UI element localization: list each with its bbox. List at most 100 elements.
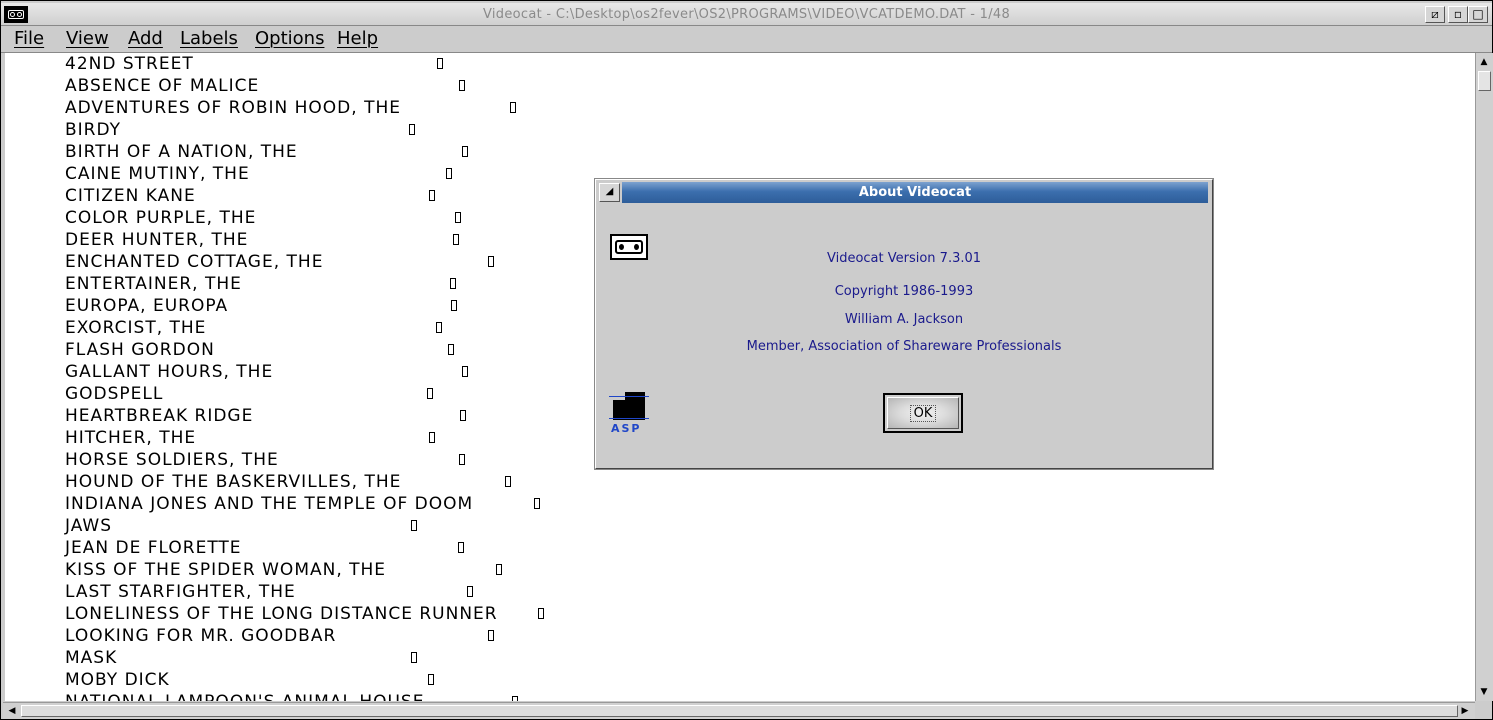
list-item[interactable]: DEER HUNTER, THE (65, 229, 498, 251)
tape-marker-icon (450, 278, 456, 289)
tape-marker-icon (448, 344, 454, 355)
movie-title: ENCHANTED COTTAGE, THE (65, 252, 324, 272)
list-item[interactable]: LOOKING FOR MR. GOODBAR (65, 625, 498, 647)
author-text: William A. Jackson (844, 312, 964, 327)
list-item[interactable]: LAST STARFIGHTER, THE (65, 581, 498, 603)
ok-button-label: OK (909, 405, 937, 422)
movie-title: LAST STARFIGHTER, THE (65, 582, 296, 602)
tape-marker-icon (409, 124, 415, 135)
movie-title: CITIZEN KANE (65, 186, 196, 206)
movie-title: INDIANA JONES AND THE TEMPLE OF DOOM (65, 494, 474, 514)
movie-title: MASK (65, 648, 118, 668)
list-item[interactable]: BIRTH OF A NATION, THE (65, 141, 498, 163)
tape-marker-icon (427, 388, 433, 399)
list-item[interactable]: JAWS (65, 515, 498, 537)
horizontal-scrollbar[interactable]: ◀ ▶ (3, 702, 1475, 719)
list-item[interactable]: KISS OF THE SPIDER WOMAN, THE (65, 559, 502, 581)
tape-marker-icon (510, 102, 516, 113)
tape-marker-icon (428, 674, 434, 685)
list-item[interactable]: HORSE SOLDIERS, THE (65, 449, 498, 471)
list-item[interactable]: ENCHANTED COTTAGE, THE (65, 251, 498, 273)
vertical-scroll-thumb[interactable] (1478, 71, 1491, 91)
movie-title: GALLANT HOURS, THE (65, 362, 274, 382)
menu-view[interactable]: View (66, 28, 109, 49)
list-item[interactable]: MOBY DICK (65, 669, 498, 691)
list-item[interactable]: CITIZEN KANE (65, 185, 498, 207)
tape-marker-icon (538, 608, 544, 619)
list-item[interactable]: BIRDY (65, 119, 498, 141)
tape-marker-icon (459, 454, 465, 465)
hide-button[interactable]: ⧄ (1425, 6, 1445, 23)
list-item[interactable]: HEARTBREAK RIDGE (65, 405, 498, 427)
list-item[interactable]: MASK (65, 647, 498, 669)
tape-marker-icon (467, 586, 473, 597)
list-item[interactable]: GALLANT HOURS, THE (65, 361, 498, 383)
window-title: Videocat - C:\Desktop\os2fever\OS2\PROGR… (482, 7, 1011, 22)
tape-marker-icon (453, 234, 459, 245)
list-item[interactable]: CAINE MUTINY, THE (65, 163, 498, 185)
movie-title: KISS OF THE SPIDER WOMAN, THE (65, 560, 387, 580)
horizontal-scroll-thumb[interactable] (21, 705, 1458, 717)
menu-bar: File View Add Labels Options Help (1, 26, 1492, 53)
movie-title: CAINE MUTINY, THE (65, 164, 250, 184)
list-item[interactable]: FLASH GORDON (65, 339, 498, 361)
movie-title: ADVENTURES OF ROBIN HOOD, THE (65, 98, 401, 118)
list-item[interactable]: EXORCIST, THE (65, 317, 498, 339)
list-item[interactable]: ADVENTURES OF ROBIN HOOD, THE (65, 97, 516, 119)
asp-logo-text: ASP (611, 422, 642, 435)
list-item[interactable]: JEAN DE FLORETTE (65, 537, 498, 559)
about-dialog: ◢ About Videocat Videocat Version 7.3.01… (595, 179, 1213, 469)
dialog-system-menu-icon[interactable]: ◢ (599, 183, 620, 202)
scroll-up-icon[interactable]: ▲ (1478, 56, 1490, 68)
menu-file[interactable]: File (14, 28, 44, 49)
menu-labels[interactable]: Labels (180, 28, 238, 49)
tape-marker-icon (455, 212, 461, 223)
tape-marker-icon (505, 476, 511, 487)
tape-marker-icon (534, 498, 540, 509)
list-item[interactable]: COLOR PURPLE, THE (65, 207, 498, 229)
list-item[interactable]: EUROPA, EUROPA (65, 295, 498, 317)
movie-title: MOBY DICK (65, 670, 170, 690)
scroll-right-icon[interactable]: ▶ (1459, 705, 1471, 717)
tape-marker-icon (436, 322, 442, 333)
list-item[interactable]: HOUND OF THE BASKERVILLES, THE (65, 471, 511, 493)
movie-title: FLASH GORDON (65, 340, 215, 360)
vertical-scrollbar[interactable]: ▲ ▼ (1475, 53, 1493, 701)
menu-help[interactable]: Help (337, 28, 378, 49)
movie-title: ABSENCE OF MALICE (65, 76, 260, 96)
list-item[interactable]: GODSPELL (65, 383, 498, 405)
maximize-button[interactable]: □ (1468, 6, 1488, 23)
list-item[interactable]: INDIANA JONES AND THE TEMPLE OF DOOM (65, 493, 540, 515)
movie-title: ENTERTAINER, THE (65, 274, 242, 294)
tape-marker-icon (451, 300, 457, 311)
list-item[interactable]: LONELINESS OF THE LONG DISTANCE RUNNER (65, 603, 544, 625)
copyright-text: Copyright 1986-1993 (834, 284, 974, 299)
scroll-down-icon[interactable]: ▼ (1478, 686, 1490, 698)
tape-marker-icon (411, 520, 417, 531)
list-item[interactable]: NATIONAL LAMPOON'S ANIMAL HOUSE (65, 691, 518, 701)
list-item[interactable]: 42ND STREET (65, 53, 498, 75)
list-item[interactable]: HITCHER, THE (65, 427, 498, 449)
tape-marker-icon (411, 652, 417, 663)
scroll-left-icon[interactable]: ◀ (6, 705, 18, 717)
list-item[interactable]: ABSENCE OF MALICE (65, 75, 498, 97)
movie-title: EXORCIST, THE (65, 318, 207, 338)
tape-marker-icon (459, 80, 465, 91)
tape-marker-icon (460, 410, 466, 421)
menu-options[interactable]: Options (255, 28, 324, 49)
membership-text: Member, Association of Shareware Profess… (746, 339, 1062, 354)
tape-marker-icon (488, 630, 494, 641)
minimize-button[interactable]: ▫ (1448, 6, 1468, 23)
movie-title: HEARTBREAK RIDGE (65, 406, 254, 426)
movie-title: HORSE SOLDIERS, THE (65, 450, 279, 470)
tape-marker-icon (437, 58, 443, 69)
movie-title: BIRTH OF A NATION, THE (65, 142, 298, 162)
movie-title: HITCHER, THE (65, 428, 197, 448)
ok-button[interactable]: OK (883, 393, 963, 433)
tape-marker-icon (458, 542, 464, 553)
movie-title: LOOKING FOR MR. GOODBAR (65, 626, 337, 646)
menu-add[interactable]: Add (128, 28, 163, 49)
list-item[interactable]: ENTERTAINER, THE (65, 273, 498, 295)
tape-marker-icon (512, 696, 518, 701)
title-bar[interactable]: Videocat - C:\Desktop\os2fever\OS2\PROGR… (1, 3, 1492, 26)
